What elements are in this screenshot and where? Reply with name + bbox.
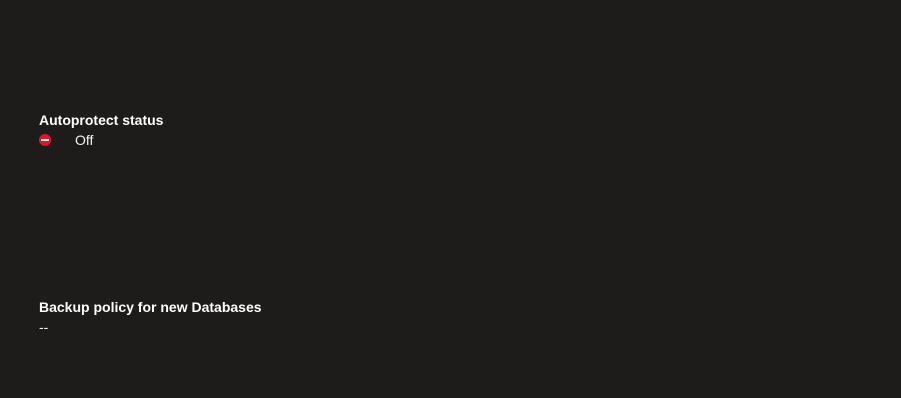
autoprotect-status-section: Autoprotect status Off xyxy=(39,111,163,149)
page: Autoprotect status Off Backup policy for… xyxy=(0,0,901,398)
backup-policy-section: Backup policy for new Databases -- xyxy=(39,298,262,336)
blocked-status-icon xyxy=(39,134,51,146)
backup-policy-label: Backup policy for new Databases xyxy=(39,299,262,315)
autoprotect-status-label: Autoprotect status xyxy=(39,112,164,128)
autoprotect-status-value: Off xyxy=(75,132,94,148)
backup-policy-value: -- xyxy=(39,319,49,335)
autoprotect-status-row: Off xyxy=(39,131,163,149)
